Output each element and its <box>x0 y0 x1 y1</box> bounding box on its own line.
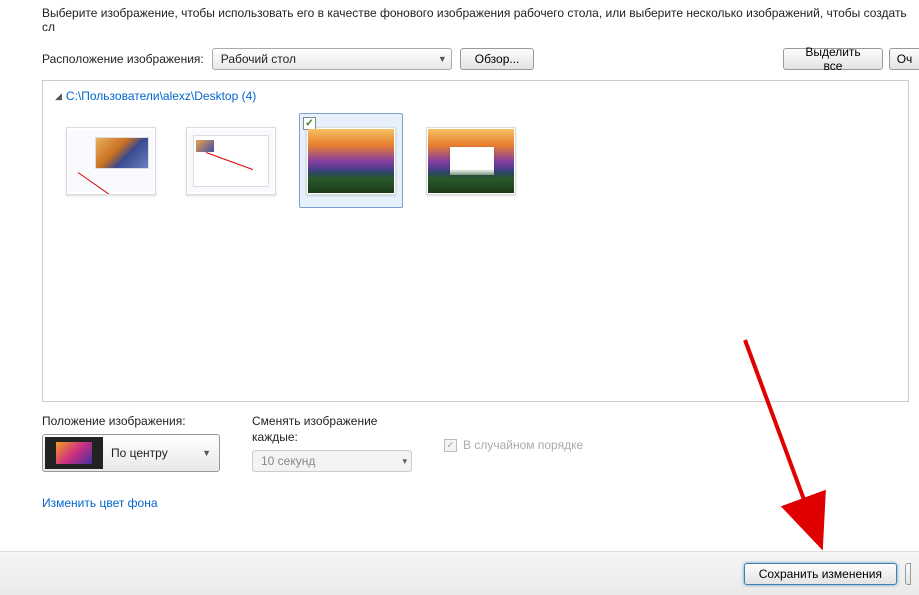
chevron-down-icon: ▼ <box>438 54 447 64</box>
chevron-down-icon: ▼ <box>202 448 211 458</box>
interval-value: 10 секунд <box>261 454 315 468</box>
collapse-triangle-icon: ◢ <box>55 91 62 102</box>
thumbnail-3[interactable]: ✓ <box>299 113 403 208</box>
change-bg-color-link[interactable]: Изменить цвет фона <box>42 496 220 510</box>
position-dropdown[interactable]: По центру ▼ <box>42 434 220 472</box>
thumbnail-2[interactable] <box>179 113 283 208</box>
select-all-button[interactable]: Выделить все <box>783 48 883 70</box>
shuffle-label: В случайном порядке <box>463 438 583 452</box>
position-value: По центру <box>111 446 168 460</box>
location-label: Расположение изображения: <box>42 52 204 66</box>
position-label: Положение изображения: <box>42 414 220 428</box>
interval-label-2: каждые: <box>252 430 412 444</box>
chevron-down-icon: ▾ <box>402 456 407 467</box>
shuffle-checkbox: ✓ <box>444 439 457 452</box>
interval-dropdown[interactable]: 10 секунд ▾ <box>252 450 412 472</box>
shuffle-checkbox-row: ✓ В случайном порядке <box>444 414 583 452</box>
folder-path-text: C:\Пользователи\alexz\Desktop (4) <box>66 89 256 103</box>
thumbnail-4[interactable] <box>419 113 523 208</box>
clear-button[interactable]: Оч <box>889 48 919 70</box>
location-value: Рабочий стол <box>221 52 296 66</box>
thumbnail-1[interactable] <box>59 113 163 208</box>
instruction-text: Выберите изображение, чтобы использовать… <box>42 0 919 48</box>
cancel-button-partial[interactable] <box>905 563 911 585</box>
save-changes-button[interactable]: Сохранить изменения <box>744 563 897 585</box>
browse-button[interactable]: Обзор... <box>460 48 535 70</box>
location-dropdown[interactable]: Рабочий стол ▼ <box>212 48 452 70</box>
position-preview-icon <box>45 437 103 469</box>
folder-path-row[interactable]: ◢ C:\Пользователи\alexz\Desktop (4) <box>55 89 896 103</box>
interval-label-1: Сменять изображение <box>252 414 412 428</box>
image-gallery: ◢ C:\Пользователи\alexz\Desktop (4) ✓ <box>42 80 909 402</box>
dialog-footer: Сохранить изменения <box>0 551 919 595</box>
